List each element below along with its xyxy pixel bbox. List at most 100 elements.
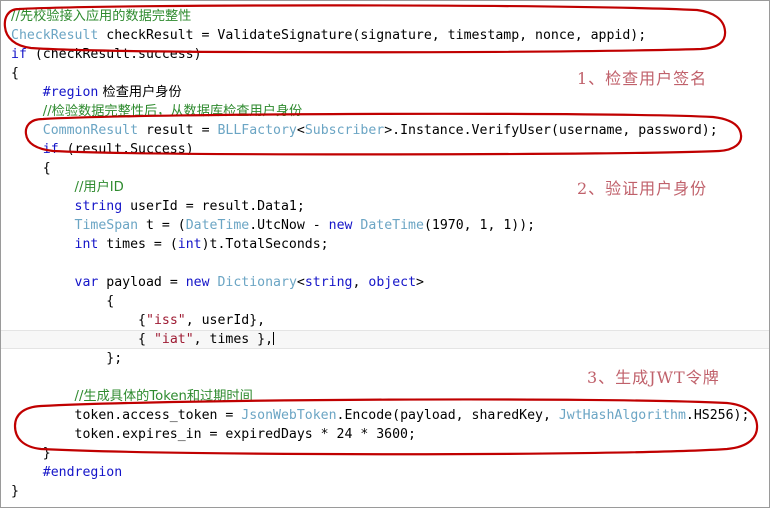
code-token-plain: 检查用户身份: [98, 85, 182, 100]
code-token-plain: >: [416, 275, 424, 290]
code-line[interactable]: #endregion: [1, 463, 769, 482]
code-token-keyword: string: [304, 275, 353, 290]
code-token-plain: result =: [138, 123, 218, 138]
code-token-keyword: new: [328, 218, 353, 233]
code-line[interactable]: if (result.Success): [1, 140, 769, 159]
code-line[interactable]: {"iss", userId},: [1, 311, 769, 330]
code-token-plain: payload =: [98, 275, 186, 290]
code-token-comment: //检验数据完整性后，从数据库检查用户身份: [42, 104, 303, 119]
code-line[interactable]: int times = (int)t.TotalSeconds;: [1, 235, 769, 254]
code-token-plain: .Encode(payload, sharedKey,: [336, 408, 559, 423]
code-token-plain: {: [106, 294, 115, 309]
code-editor-surface[interactable]: //先校验接入应用的数据完整性 CheckResult checkResult =…: [1, 1, 769, 501]
code-token-plain: (checkResult.success): [26, 47, 202, 62]
code-token-plain: )t.TotalSeconds;: [201, 237, 329, 252]
code-token-plain: }: [11, 484, 19, 499]
code-token-plain: };: [106, 351, 123, 366]
text-caret: [273, 332, 275, 345]
code-token-keyword: if: [11, 47, 27, 62]
code-token-type: DateTime: [185, 218, 250, 233]
code-token-keyword: int: [177, 237, 202, 252]
code-line[interactable]: {: [1, 159, 769, 178]
code-token-type: CommonResult: [42, 123, 139, 138]
code-token-plain: ,: [352, 275, 369, 290]
code-line[interactable]: }: [1, 482, 769, 501]
code-token-keyword: if: [42, 142, 59, 157]
code-token-plain: token.access_token =: [74, 408, 242, 423]
code-token-keyword: #endregion: [42, 465, 123, 480]
code-token-plain: {: [11, 66, 19, 81]
code-token-keyword: var: [74, 275, 99, 290]
code-token-keyword: object: [368, 275, 417, 290]
code-line[interactable]: {: [1, 64, 769, 83]
code-token-plain: {: [138, 313, 146, 328]
code-token-type: JsonWebToken: [241, 408, 337, 423]
code-line[interactable]: [1, 254, 769, 273]
code-token-keyword: string: [74, 199, 123, 214]
code-token-plain: <: [296, 275, 305, 290]
code-token-type: TimeSpan: [74, 218, 139, 233]
code-token-type: CheckResult: [11, 28, 99, 43]
code-screenshot: //先校验接入应用的数据完整性 CheckResult checkResult =…: [0, 0, 770, 508]
code-line[interactable]: string userId = result.Data1;: [1, 197, 769, 216]
code-token-plain: times = (: [98, 237, 178, 252]
code-line[interactable]: //生成具体的Token和过期时间: [1, 387, 769, 406]
code-token-keyword: int: [74, 237, 99, 252]
code-token-type: JwtHashAlgorithm: [558, 408, 686, 423]
code-line[interactable]: { "iat", times },: [1, 330, 769, 349]
code-line[interactable]: TimeSpan t = (DateTime.UtcNow - new Date…: [1, 216, 769, 235]
code-line[interactable]: CommonResult result = BLLFactory<Subscri…: [1, 121, 769, 140]
code-token-plain: userId = result.Data1;: [122, 199, 305, 214]
code-token-plain: checkResult = ValidateSignature(signatur…: [98, 28, 647, 43]
code-line[interactable]: };: [1, 349, 769, 368]
code-token-string: "iat": [153, 332, 194, 347]
code-token-plain: {: [138, 332, 154, 347]
code-token-type: DateTime: [360, 218, 424, 233]
code-line[interactable]: }: [1, 444, 769, 463]
code-token-type: Dictionary: [217, 275, 297, 290]
code-token-plain: (result.Success): [58, 142, 194, 157]
code-token-plain: t = (: [138, 218, 186, 233]
code-token-string: "iss": [146, 313, 186, 328]
code-token-plain: , userId},: [185, 313, 266, 328]
code-line[interactable]: #region 检查用户身份: [1, 83, 769, 102]
code-token-plain: .HS256);: [685, 408, 750, 423]
code-line[interactable]: CheckResult checkResult = ValidateSignat…: [1, 26, 769, 45]
code-line[interactable]: if (checkResult.success): [1, 45, 769, 64]
code-token-type: Subscriber: [304, 123, 385, 138]
code-line[interactable]: token.expires_in = expiredDays * 24 * 36…: [1, 425, 769, 444]
code-line[interactable]: token.access_token = JsonWebToken.Encode…: [1, 406, 769, 425]
code-token-plain: }: [42, 446, 51, 461]
code-line[interactable]: //先校验接入应用的数据完整性: [1, 7, 769, 26]
code-token-keyword: #region: [42, 85, 99, 100]
code-token-plain: , times },: [193, 332, 274, 347]
code-line[interactable]: {: [1, 292, 769, 311]
code-line[interactable]: //用户ID: [1, 178, 769, 197]
code-token-type: BLLFactory: [217, 123, 297, 138]
code-line[interactable]: [1, 368, 769, 387]
code-token-plain: {: [42, 161, 51, 176]
code-token-keyword: new: [185, 275, 210, 290]
code-token-plain: (1970, 1, 1));: [423, 218, 536, 233]
code-line[interactable]: var payload = new Dictionary<string, obj…: [1, 273, 769, 292]
code-token-comment: //用户ID: [74, 180, 124, 195]
code-token-comment: //生成具体的Token和过期时间: [74, 389, 253, 404]
code-line[interactable]: //检验数据完整性后，从数据库检查用户身份: [1, 102, 769, 121]
